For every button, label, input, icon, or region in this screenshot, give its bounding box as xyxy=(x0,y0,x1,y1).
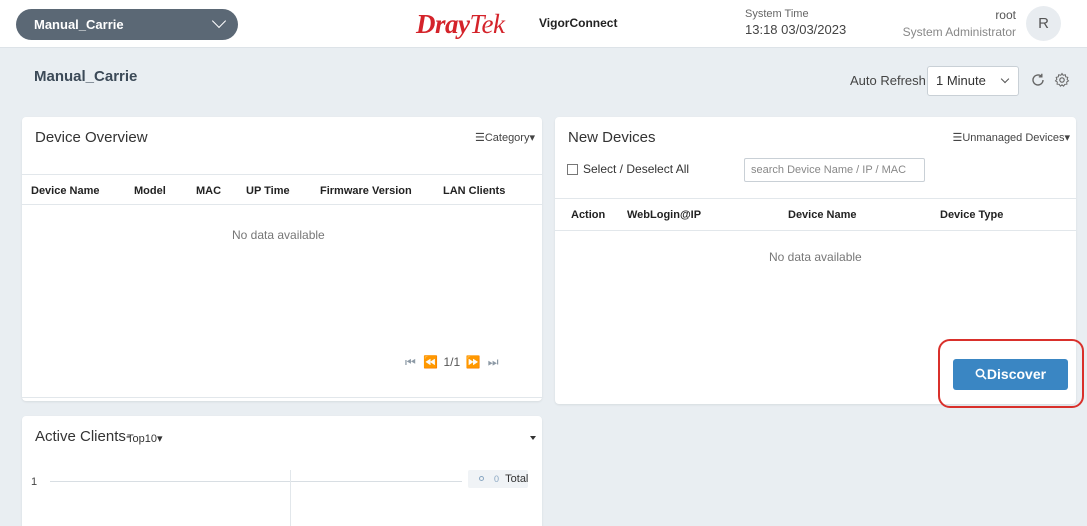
divider xyxy=(22,397,542,398)
auto-refresh-value: 1 Minute xyxy=(936,73,986,88)
column-header[interactable]: Device Type xyxy=(940,209,1003,221)
y-axis-tick: 1 xyxy=(31,476,38,488)
search-input[interactable]: search Device Name / IP / MAC xyxy=(744,158,925,182)
select-all-checkbox[interactable] xyxy=(567,164,578,175)
new-devices-title: New Devices xyxy=(568,129,656,146)
column-header[interactable]: Device Name xyxy=(31,185,100,197)
caret-down-icon[interactable] xyxy=(530,436,536,440)
chevron-down-icon xyxy=(1000,74,1010,84)
column-header[interactable]: MAC xyxy=(196,185,221,197)
column-header[interactable]: Firmware Version xyxy=(320,185,412,197)
chart-gridline xyxy=(290,470,291,526)
column-header[interactable]: Action xyxy=(571,209,605,221)
device-overview-title: Device Overview xyxy=(35,129,148,146)
last-page-icon[interactable]: ⏭ xyxy=(488,355,499,369)
column-header[interactable]: Model xyxy=(134,185,166,197)
chevron-down-icon xyxy=(211,13,227,29)
avatar[interactable]: R xyxy=(1026,6,1061,41)
first-page-icon[interactable]: ⏮ xyxy=(405,355,416,369)
site-selector-label: Manual_Carrie xyxy=(34,17,124,32)
legend-marker xyxy=(479,476,484,481)
next-page-icon[interactable]: ⏩ xyxy=(465,355,480,369)
user-name: root xyxy=(995,8,1016,22)
site-selector[interactable]: Manual_Carrie xyxy=(16,9,238,40)
column-header[interactable]: Device Name xyxy=(788,209,857,221)
system-time-value: 13:18 03/03/2023 xyxy=(745,22,847,37)
active-clients-card: Active Clients- Top10▾ 1 0 Total xyxy=(22,416,542,526)
pagination: ⏮ ⏪ 1/1 ⏩ ⏭ xyxy=(405,355,499,370)
divider xyxy=(555,198,1076,199)
divider xyxy=(22,204,542,205)
refresh-icon[interactable] xyxy=(1030,72,1046,88)
page-indicator: 1/1 xyxy=(443,355,461,369)
chart-gridline xyxy=(50,481,462,482)
product-name: VigorConnect xyxy=(539,16,618,30)
column-header[interactable]: UP Time xyxy=(246,185,290,197)
auto-refresh-select[interactable]: 1 Minute xyxy=(927,66,1019,96)
system-time-label: System Time xyxy=(745,8,809,20)
column-header[interactable]: LAN Clients xyxy=(443,185,505,197)
column-header[interactable]: WebLogin@IP xyxy=(627,209,701,221)
discover-highlight xyxy=(938,339,1084,408)
top10-filter[interactable]: Top10▾ xyxy=(127,432,163,445)
user-role: System Administrator xyxy=(902,25,1016,39)
active-clients-title: Active Clients- xyxy=(35,428,131,445)
divider xyxy=(22,174,542,175)
empty-message: No data available xyxy=(769,250,862,264)
select-all-label[interactable]: Select / Deselect All xyxy=(583,162,689,176)
category-menu-button[interactable]: ☰Category▾ xyxy=(475,131,535,144)
legend-label: 0 Total xyxy=(494,473,529,485)
device-overview-card: Device Overview ☰Category▾ Device Name M… xyxy=(22,117,542,401)
draytek-logo: DrayTek xyxy=(416,9,505,39)
page-title: Manual_Carrie xyxy=(34,68,138,85)
divider xyxy=(555,230,1076,231)
prev-page-icon[interactable]: ⏪ xyxy=(423,355,438,369)
auto-refresh-label: Auto Refresh: xyxy=(850,73,930,88)
unmanaged-devices-menu-button[interactable]: ☰Unmanaged Devices▾ xyxy=(953,131,1071,144)
empty-message: No data available xyxy=(232,228,325,242)
gear-icon[interactable] xyxy=(1054,72,1070,88)
top-bar: Manual_Carrie DrayTek VigorConnect Syste… xyxy=(0,0,1087,48)
